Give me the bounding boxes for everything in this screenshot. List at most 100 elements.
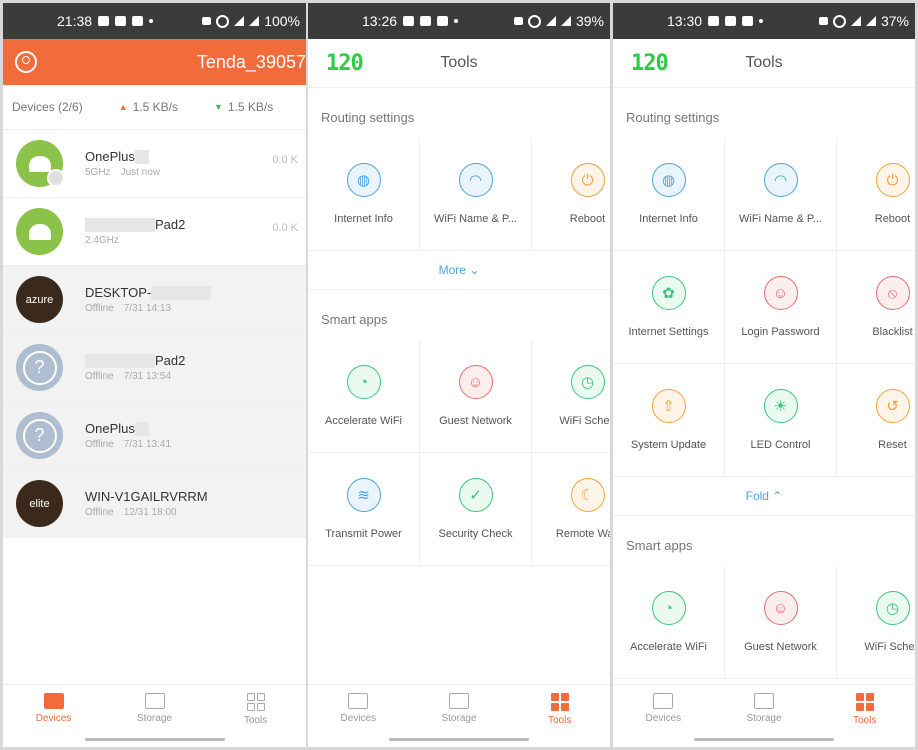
tool-guest-network[interactable]: ☺ Guest Network: [420, 340, 532, 453]
chevron-down-icon: ⌄: [469, 263, 480, 277]
bulb-icon: ☀: [763, 389, 798, 423]
wifi-icon: [850, 16, 861, 26]
smart-grid: ◔ Accelerate WiFi ☺ Guest Network ◷ WiFi Sc…: [613, 566, 915, 679]
tool-remote-wake[interactable]: ☾Remote Wak: [532, 453, 610, 566]
router-name: Tenda_390578: [196, 51, 306, 72]
home-indicator[interactable]: [694, 738, 834, 741]
tool-accelerate-wifi[interactable]: ◔ Accelerate WiFi: [613, 566, 725, 679]
settings-icon: ✿: [651, 276, 686, 310]
tool-security-check[interactable]: ✓ Security Check: [420, 453, 532, 566]
notification-icon: [98, 16, 110, 26]
routing-grid: ◍ Internet Info ◠ WiFi Name & P... ⏻ Reboot…: [613, 138, 915, 477]
storage-icon: [449, 693, 469, 709]
tool-wifi-schedule[interactable]: ◷ WiFi Sched: [837, 566, 915, 679]
tool-transmit-power[interactable]: ≋ Transmit Power: [308, 453, 420, 566]
status-time: 13:30: [667, 13, 703, 29]
tool-internet-info[interactable]: ◍ Internet Info: [613, 138, 725, 251]
clock-icon: ◷: [570, 365, 605, 399]
status-time: 13:26: [362, 13, 398, 29]
device-speed: 0.0 K: [272, 222, 298, 234]
tool-guest-network[interactable]: ☺ Guest Network: [725, 566, 837, 679]
upload-arrow-icon: ▲: [118, 102, 128, 112]
monitor-icon: [653, 693, 674, 709]
tool-wifi-schedule[interactable]: ◷ WiFi Sched: [532, 340, 610, 453]
tool-system-update[interactable]: ⇧ System Update: [613, 364, 725, 477]
device-row[interactable]: elite WIN-V1GAILRVRRM Offline 12/31 18:00: [3, 470, 306, 538]
device-avatar: azure: [16, 276, 63, 323]
speedometer-icon: ◔: [346, 365, 381, 399]
device-band: 2.4GHz: [85, 235, 119, 247]
tools-grid-icon: [855, 693, 874, 711]
page-title: Tools: [440, 54, 478, 71]
device-row[interactable]: OnePlus 5GHz Just now 0.0 K: [3, 130, 306, 198]
tools-screen-collapsed: 13:26 39% 120 Tools Routing settings ◍ In…: [308, 3, 610, 747]
guest-icon: ☺: [458, 365, 493, 399]
upload-speed: 1.5 KB/s: [132, 100, 178, 114]
storage-icon: [754, 693, 774, 709]
tools-screen-expanded: 13:30 37% 120 Tools Routing settings ◍ In…: [613, 3, 915, 747]
device-status: Offline: [85, 371, 114, 383]
globe-icon: ◍: [651, 163, 686, 197]
device-name: OnePlus: [85, 148, 135, 164]
device-time: 7/31 13:41: [123, 439, 171, 451]
android-icon: [16, 140, 65, 187]
logo: 120: [631, 51, 669, 76]
upload-icon: ⇧: [651, 389, 686, 423]
shield-icon: ✓: [458, 478, 493, 512]
device-time: 7/31 14:13: [123, 303, 171, 315]
battery-level: 39%: [575, 13, 604, 29]
device-row[interactable]: Pad2 2.4GHz 0.0 K: [3, 198, 306, 266]
device-speed: 0.0 K: [272, 154, 298, 166]
speedometer-icon: ◔: [651, 591, 686, 625]
user-badge-icon: [47, 169, 65, 187]
cell-signal-icon: [249, 16, 260, 26]
tool-reset[interactable]: ↺ Reset: [837, 364, 915, 477]
home-indicator[interactable]: [84, 738, 225, 741]
redacted-text: [151, 286, 212, 301]
device-name: OnePlus: [85, 420, 135, 436]
lock-icon: ☺: [763, 276, 798, 310]
signal-icon: ≋: [346, 478, 381, 512]
android-icon: [16, 208, 63, 255]
alarm-icon: [216, 14, 230, 28]
tool-reboot[interactable]: ⏻ Reboot: [532, 138, 610, 251]
redacted-text: [134, 150, 149, 165]
smart-grid: ◔ Accelerate WiFi ☺ Guest Network ◷ WiFi Sc…: [308, 340, 610, 566]
device-name: Pad2: [155, 352, 186, 368]
youtube-icon: [420, 16, 432, 26]
youtube-icon: [742, 16, 754, 26]
tools-grid-icon: [246, 693, 265, 711]
storage-icon: [144, 693, 165, 709]
power-icon: ⏻: [570, 163, 605, 197]
tool-login-password[interactable]: ☺ Login Password: [725, 251, 837, 364]
tool-accelerate-wifi[interactable]: ◔ Accelerate WiFi: [308, 340, 420, 453]
tool-internet-settings[interactable]: ✿ Internet Settings: [613, 251, 725, 364]
device-row[interactable]: ? Pad2 Offline 7/31 13:54: [3, 334, 306, 402]
user-icon[interactable]: [15, 51, 37, 73]
tool-wifi-name[interactable]: ◠ WiFi Name & P...: [725, 138, 837, 251]
device-status: Offline: [85, 507, 114, 518]
device-status: Offline: [85, 303, 114, 315]
routing-grid: ◍ Internet Info ◠ WiFi Name & P... ⏻ Reboot: [308, 138, 610, 251]
tool-internet-info[interactable]: ◍ Internet Info: [308, 138, 420, 251]
home-indicator[interactable]: [389, 738, 529, 741]
device-name: WIN-V1GAILRVRRM: [85, 489, 208, 504]
guest-icon: ☺: [763, 591, 798, 625]
dot-icon: [759, 19, 764, 23]
tool-wifi-name[interactable]: ◠ WiFi Name & P...: [420, 138, 532, 251]
tools-grid-icon: [550, 693, 569, 711]
youtube-icon: [725, 16, 737, 26]
tool-reboot[interactable]: ⏻ Reboot: [837, 138, 915, 251]
tool-led-control[interactable]: ☀ LED Control: [725, 364, 837, 477]
youtube-icon: [437, 16, 449, 26]
device-row[interactable]: ? OnePlus Offline 7/31 13:41: [3, 402, 306, 470]
block-icon: ⦸: [875, 276, 910, 310]
tool-blacklist[interactable]: ⦸ Blacklist: [837, 251, 915, 364]
device-row[interactable]: azure DESKTOP- Offline 7/31 14:13: [3, 266, 306, 334]
nfc-icon: [202, 17, 212, 25]
section-title-routing: Routing settings: [321, 110, 415, 125]
more-button[interactable]: More ⌄: [308, 251, 610, 290]
device-time: 7/31 13:54: [123, 371, 171, 383]
dot-icon: [454, 19, 459, 23]
fold-button[interactable]: Fold ⌃: [613, 477, 915, 516]
